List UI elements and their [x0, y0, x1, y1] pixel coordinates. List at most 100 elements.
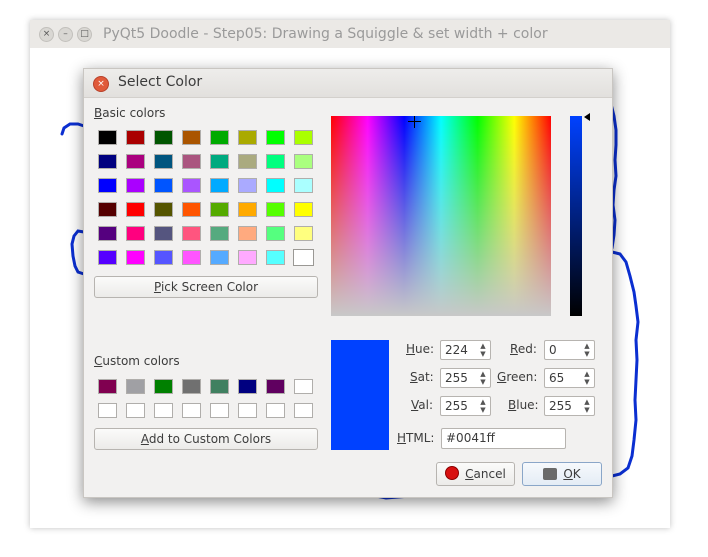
basic-color-swatch[interactable]	[182, 154, 201, 169]
basic-color-swatch[interactable]	[126, 250, 145, 265]
basic-color-swatch[interactable]	[126, 178, 145, 193]
red-label: Red:	[510, 342, 537, 356]
basic-color-swatch[interactable]	[266, 250, 285, 265]
basic-color-swatch[interactable]	[266, 130, 285, 145]
val-spinbox[interactable]: 255 ▲ ▼	[440, 396, 491, 416]
spin-arrows-icon[interactable]: ▲ ▼	[478, 370, 488, 386]
basic-color-swatch[interactable]	[182, 178, 201, 193]
basic-color-swatch[interactable]	[294, 130, 313, 145]
custom-color-swatch[interactable]	[98, 403, 117, 418]
sat-label: Sat:	[410, 370, 434, 384]
custom-color-swatch[interactable]	[126, 379, 145, 394]
val-label: Val:	[411, 398, 434, 412]
pick-screen-color-button[interactable]: Pick Screen Color	[94, 276, 318, 298]
red-spinbox[interactable]: 0 ▲ ▼	[544, 340, 595, 360]
basic-color-swatch[interactable]	[266, 154, 285, 169]
basic-color-swatch[interactable]	[210, 130, 229, 145]
hue-label: Hue:	[406, 342, 435, 356]
blue-spinbox[interactable]: 255 ▲ ▼	[544, 396, 595, 416]
value-slider[interactable]	[570, 116, 582, 316]
custom-color-swatch[interactable]	[126, 403, 145, 418]
cancel-button[interactable]: Cancel	[436, 462, 515, 486]
dialog-titlebar: × Select Color	[84, 69, 612, 98]
html-color-input[interactable]: #0041ff	[441, 428, 566, 449]
basic-color-swatch[interactable]	[98, 154, 117, 169]
basic-color-swatch[interactable]	[126, 226, 145, 241]
basic-colors-label: Basic colors	[94, 106, 166, 120]
basic-color-swatch[interactable]	[294, 178, 313, 193]
custom-color-swatch[interactable]	[182, 403, 201, 418]
basic-color-swatch[interactable]	[154, 130, 173, 145]
spin-arrows-icon[interactable]: ▲ ▼	[478, 342, 488, 358]
hue-spinbox[interactable]: 224 ▲ ▼	[440, 340, 491, 360]
custom-color-swatch[interactable]	[182, 379, 201, 394]
picker-crosshair-vertical	[414, 116, 415, 128]
custom-color-swatch[interactable]	[294, 403, 313, 418]
basic-color-swatch[interactable]	[154, 178, 173, 193]
basic-color-swatch[interactable]	[182, 250, 201, 265]
basic-color-swatch[interactable]	[182, 226, 201, 241]
basic-color-swatch[interactable]	[126, 202, 145, 217]
basic-color-swatch[interactable]	[98, 250, 117, 265]
basic-color-swatch[interactable]	[210, 154, 229, 169]
basic-color-swatch[interactable]	[293, 249, 314, 266]
spin-arrows-icon[interactable]: ▲ ▼	[582, 398, 592, 414]
basic-color-swatch[interactable]	[238, 226, 257, 241]
custom-color-swatch[interactable]	[154, 379, 173, 394]
basic-color-swatch[interactable]	[266, 202, 285, 217]
basic-color-swatch[interactable]	[210, 250, 229, 265]
basic-color-swatch[interactable]	[238, 250, 257, 265]
picker-crosshair-horizontal	[408, 121, 421, 122]
squiggle-stroke-left-top	[60, 122, 86, 136]
basic-color-swatch[interactable]	[210, 202, 229, 217]
custom-color-swatch[interactable]	[210, 403, 229, 418]
cancel-icon	[445, 466, 460, 480]
select-color-dialog: × Select Color Basic colors Pick Screen …	[83, 68, 613, 498]
spin-arrows-icon[interactable]: ▲ ▼	[582, 342, 592, 358]
basic-color-swatch[interactable]	[294, 154, 313, 169]
basic-color-swatch[interactable]	[98, 202, 117, 217]
custom-color-swatch[interactable]	[238, 379, 257, 394]
basic-color-swatch[interactable]	[126, 130, 145, 145]
basic-color-swatch[interactable]	[126, 154, 145, 169]
basic-color-swatch[interactable]	[294, 202, 313, 217]
basic-color-swatch[interactable]	[154, 226, 173, 241]
ok-icon	[543, 468, 558, 480]
hue-saturation-picker[interactable]	[331, 116, 551, 316]
basic-color-swatch[interactable]	[266, 226, 285, 241]
basic-color-swatch[interactable]	[210, 226, 229, 241]
basic-color-swatch[interactable]	[210, 178, 229, 193]
basic-color-swatch[interactable]	[98, 130, 117, 145]
sat-spinbox[interactable]: 255 ▲ ▼	[440, 368, 491, 388]
basic-color-swatch[interactable]	[294, 226, 313, 241]
add-to-custom-colors-button[interactable]: Add to Custom Colors	[94, 428, 318, 450]
dialog-close-button[interactable]: ×	[93, 76, 109, 92]
basic-color-swatch[interactable]	[98, 178, 117, 193]
custom-color-swatch[interactable]	[266, 403, 285, 418]
basic-color-swatch[interactable]	[98, 226, 117, 241]
basic-color-swatch[interactable]	[266, 178, 285, 193]
squiggle-stroke-right	[610, 250, 640, 478]
green-label: Green:	[497, 370, 538, 384]
spin-arrows-icon[interactable]: ▲ ▼	[582, 370, 592, 386]
custom-color-swatch[interactable]	[210, 379, 229, 394]
custom-color-swatch[interactable]	[238, 403, 257, 418]
custom-color-swatch[interactable]	[98, 379, 117, 394]
spin-arrows-icon[interactable]: ▲ ▼	[478, 398, 488, 414]
basic-color-swatch[interactable]	[154, 250, 173, 265]
basic-color-swatch[interactable]	[238, 154, 257, 169]
basic-color-swatch[interactable]	[154, 202, 173, 217]
value-slider-handle-icon[interactable]	[584, 113, 590, 121]
green-spinbox[interactable]: 65 ▲ ▼	[544, 368, 595, 388]
ok-button[interactable]: OK	[522, 462, 602, 486]
basic-color-swatch[interactable]	[182, 202, 201, 217]
custom-color-swatch[interactable]	[266, 379, 285, 394]
basic-color-swatch[interactable]	[238, 202, 257, 217]
custom-color-swatch[interactable]	[294, 379, 313, 394]
basic-color-swatch[interactable]	[238, 130, 257, 145]
custom-color-swatch[interactable]	[154, 403, 173, 418]
basic-color-swatch[interactable]	[182, 130, 201, 145]
basic-color-swatch[interactable]	[154, 154, 173, 169]
blue-label: Blue:	[508, 398, 539, 412]
basic-color-swatch[interactable]	[238, 178, 257, 193]
